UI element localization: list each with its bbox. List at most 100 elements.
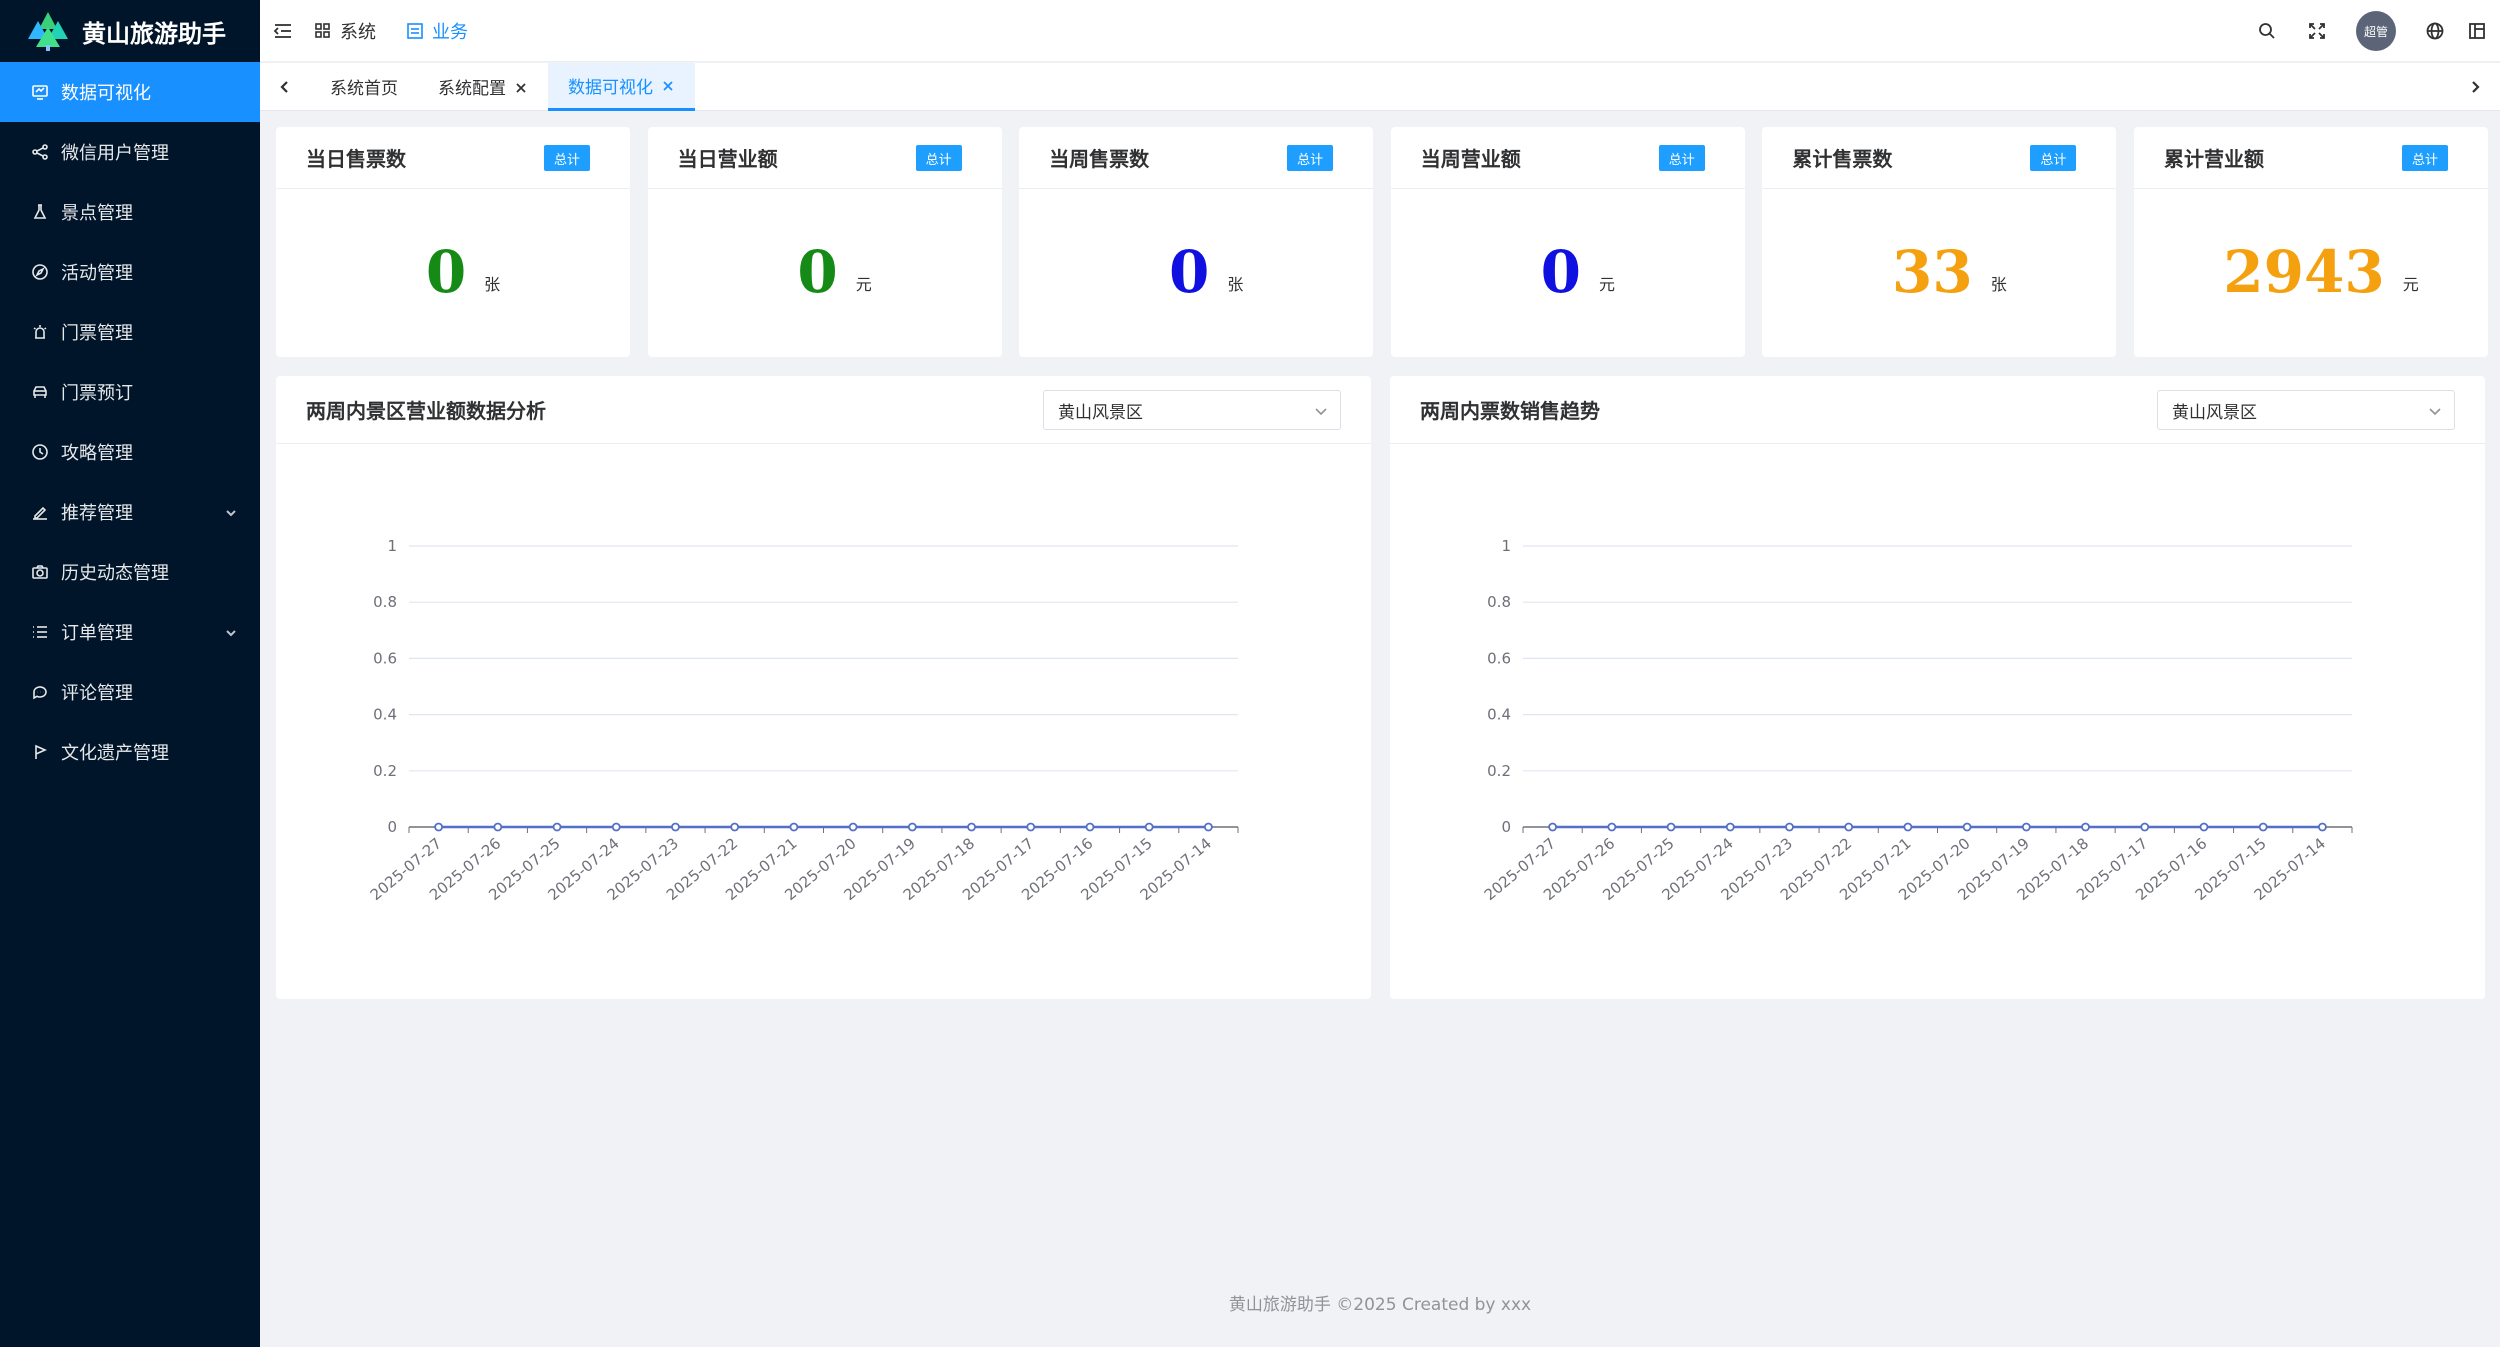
pen-icon	[30, 502, 50, 522]
chevron-down-icon	[224, 624, 238, 638]
total-badge: 总计	[2401, 145, 2448, 171]
data-point[interactable]	[1725, 822, 1735, 832]
data-point[interactable]	[848, 822, 858, 832]
data-point[interactable]	[1085, 822, 1095, 832]
nav-business[interactable]: 业务	[406, 18, 468, 44]
y-tick-label: 1	[387, 537, 397, 555]
data-point[interactable]	[1903, 822, 1913, 832]
chart-card-header: 两周内票数销售趋势 黄山风景区	[1390, 376, 2485, 444]
data-point[interactable]	[1548, 822, 1558, 832]
tabs-scroll-left[interactable]	[260, 63, 310, 111]
tabs-list: 系统首页 系统配置 数据可视化	[310, 62, 695, 111]
data-point[interactable]	[2258, 822, 2268, 832]
sidebar-item-1[interactable]: 微信用户管理	[0, 122, 260, 182]
y-tick-label: 0	[387, 818, 397, 836]
stat-title: 累计售票数	[1792, 147, 1893, 171]
data-point[interactable]	[2317, 822, 2327, 832]
fullscreen-icon[interactable]	[2306, 20, 2328, 42]
data-point[interactable]	[1026, 822, 1036, 832]
chart-title: 两周内景区营业额数据分析	[306, 399, 546, 423]
tabs-scroll-right[interactable]	[2450, 63, 2500, 111]
scenic-area-select[interactable]: 黄山风景区	[1043, 390, 1341, 430]
stat-body: 0张	[1019, 189, 1373, 355]
data-point[interactable]	[434, 822, 444, 832]
data-point[interactable]	[671, 822, 680, 832]
data-point[interactable]	[2140, 822, 2150, 832]
data-point[interactable]	[907, 822, 917, 832]
data-point[interactable]	[1203, 822, 1213, 832]
data-point[interactable]	[730, 822, 740, 832]
tab-label: 系统配置	[438, 79, 506, 99]
data-point[interactable]	[967, 822, 976, 832]
stat-card: 当日营业额 总计 0 元	[647, 127, 1002, 357]
list-icon	[30, 622, 50, 642]
sidebar-item-0[interactable]: 数据可视化	[0, 62, 260, 122]
alarm-icon	[30, 322, 50, 342]
data-point[interactable]	[2199, 822, 2209, 832]
data-point[interactable]	[1607, 822, 1617, 832]
globe-icon[interactable]	[2424, 20, 2446, 42]
chevron-down-icon	[1315, 408, 1327, 416]
chevron-left-icon	[280, 80, 288, 93]
sidebar-item-3[interactable]: 活动管理	[0, 242, 260, 302]
header-toolbar: 超管	[2246, 0, 2500, 62]
data-point[interactable]	[1785, 822, 1794, 832]
data-point[interactable]	[2021, 822, 2031, 832]
line-chart: 00.20.40.60.812025-07-272025-07-262025-0…	[367, 537, 1239, 904]
menu-fold-icon[interactable]	[272, 20, 294, 42]
chat-icon	[30, 682, 50, 702]
data-point[interactable]	[1962, 822, 1972, 832]
scenic-area-select[interactable]: 黄山风景区	[2157, 390, 2455, 430]
stat-card-header: 当周售票数 总计	[1019, 127, 1374, 189]
line-chart: 00.20.40.60.812025-07-272025-07-262025-0…	[1481, 537, 2353, 904]
stat-title: 当周营业额	[1420, 147, 1521, 171]
nav-system[interactable]: 系统	[314, 18, 376, 44]
stat-unit: 张	[1227, 275, 1244, 294]
tab-1[interactable]: 系统配置	[418, 63, 548, 111]
sidebar-item-label: 数据可视化	[61, 83, 151, 104]
stat-title: 当日售票数	[306, 147, 406, 171]
close-icon[interactable]	[514, 80, 528, 94]
data-point[interactable]	[1844, 822, 1854, 832]
sidebar-item-8[interactable]: 历史动态管理	[0, 542, 260, 602]
brand[interactable]: 黄山旅游助手	[0, 0, 260, 62]
sidebar-item-4[interactable]: 门票管理	[0, 302, 260, 362]
y-tick-label: 0.6	[373, 649, 397, 667]
sidebar-item-9[interactable]: 订单管理	[0, 602, 260, 662]
search-icon[interactable]	[2256, 20, 2278, 42]
app-title: 黄山旅游助手	[82, 19, 226, 48]
sidebar-item-2[interactable]: 景点管理	[0, 182, 260, 242]
sidebar-item-11[interactable]: 文化遗产管理	[0, 722, 260, 782]
y-tick-label: 0.8	[1487, 593, 1511, 611]
tab-2[interactable]: 数据可视化	[548, 62, 695, 111]
data-point[interactable]	[1666, 822, 1676, 832]
data-point[interactable]	[493, 822, 503, 832]
stat-card-header: 当周营业额 总计	[1390, 127, 1745, 189]
stat-body: 2943 元	[2134, 189, 2488, 355]
stat-unit: 元	[1598, 275, 1615, 294]
data-point[interactable]	[1144, 822, 1154, 832]
sidebar-item-10[interactable]: 评论管理	[0, 662, 260, 722]
stat-unit: 元	[2402, 275, 2419, 294]
avatar[interactable]: 超管	[2356, 11, 2396, 51]
sidebar-item-label: 微信用户管理	[61, 143, 169, 164]
tab-label: 系统首页	[330, 79, 398, 99]
layout-icon[interactable]	[2466, 20, 2488, 42]
flask-icon	[30, 202, 50, 222]
close-icon[interactable]	[661, 78, 675, 92]
data-point[interactable]	[552, 822, 562, 832]
y-tick-label: 0.6	[1487, 649, 1511, 667]
sidebar-item-label: 攻略管理	[61, 443, 133, 464]
data-point[interactable]	[2081, 822, 2090, 832]
chart-title: 两周内票数销售趋势	[1420, 399, 1600, 423]
stat-title: 当日营业额	[677, 147, 778, 171]
monitor-icon	[30, 82, 50, 102]
select-value: 黄山风景区	[2172, 402, 2257, 423]
total-badge: 总计	[543, 145, 590, 171]
sidebar-item-7[interactable]: 推荐管理	[0, 482, 260, 542]
sidebar-item-6[interactable]: 攻略管理	[0, 422, 260, 482]
sidebar-item-5[interactable]: 门票预订	[0, 362, 260, 422]
data-point[interactable]	[611, 822, 621, 832]
tab-0[interactable]: 系统首页	[310, 63, 418, 111]
data-point[interactable]	[789, 822, 799, 832]
